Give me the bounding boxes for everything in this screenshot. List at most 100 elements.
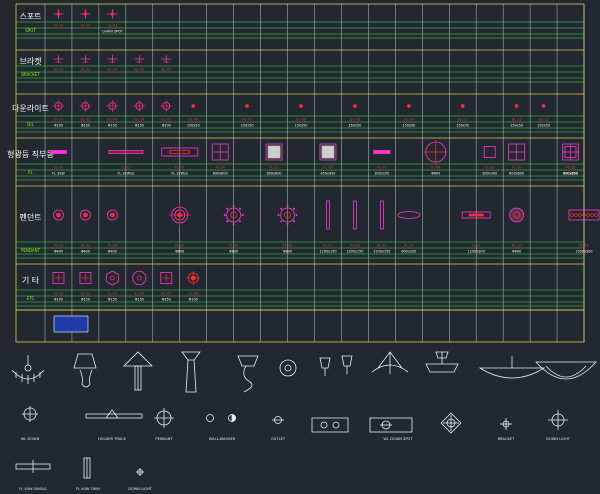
icon-stroke	[267, 145, 281, 159]
code-label-fluorescent: FL	[28, 170, 33, 175]
icon-stroke	[353, 104, 357, 108]
item-code: BL-04	[134, 68, 144, 72]
item-description: Φ400	[81, 250, 90, 254]
icon-stroke	[541, 104, 546, 108]
item-description: Φ100	[54, 124, 63, 128]
item-description: 150x50	[456, 124, 469, 128]
icon-stroke	[226, 220, 229, 223]
caption-7: WL DOWN SPOT	[383, 437, 413, 441]
caption-4: WALL-WASHER	[209, 437, 236, 441]
icon-stroke	[514, 104, 519, 108]
item-description: 300x100	[374, 172, 389, 176]
item-description: Φ400	[54, 250, 63, 254]
item-code: FL-04	[216, 166, 225, 170]
icon-stroke	[232, 205, 235, 207]
item-description: 150x50	[349, 124, 362, 128]
icon-stroke	[299, 104, 303, 108]
category-label-downlight: 다운라이트	[12, 103, 49, 113]
caption-row2-2: FL 40W TWIN	[76, 487, 100, 491]
item-code: DL-06	[188, 118, 198, 122]
item-code: DL-03	[107, 118, 117, 122]
icon-stroke	[292, 220, 295, 223]
item-description: Φ150	[162, 298, 171, 302]
item-code: PL-02	[81, 244, 90, 248]
category-label-other: 기 타	[22, 276, 40, 285]
icon-stroke	[191, 104, 196, 108]
item-description: 1200x150	[319, 250, 336, 254]
item-code: EL-05	[162, 292, 172, 296]
item-description: 600x600	[267, 172, 282, 176]
symbol-fluorescent-1	[50, 150, 67, 154]
icon-stroke	[226, 207, 229, 210]
icon-stroke	[223, 214, 226, 216]
item-code: FL-12	[566, 166, 575, 170]
caption-3: PENDANT	[155, 437, 173, 441]
item-code: FL-06	[323, 166, 332, 170]
item-description: Φ150	[135, 298, 144, 302]
icon-stroke	[468, 213, 484, 217]
item-code: FL-02	[121, 166, 130, 170]
caption-5: OUTLET	[271, 437, 286, 441]
item-code: PL-09	[377, 244, 386, 248]
item-description: 450x450	[320, 172, 335, 176]
item-description: 150x50	[187, 124, 200, 128]
item-code: SL-01	[54, 24, 64, 28]
item-code: PL-03	[108, 244, 117, 248]
category-label-pendant: 펜던트	[19, 212, 41, 222]
symbol-downlight-9	[353, 104, 357, 108]
item-description: FL 32W	[52, 172, 65, 176]
item-code: DL-09	[350, 118, 360, 122]
item-code: PL-07	[323, 244, 332, 248]
icon-stroke	[295, 214, 298, 216]
symbol-downlight-10	[406, 104, 411, 108]
icon-stroke	[239, 220, 242, 223]
item-code: FL-07	[377, 166, 386, 170]
icon-stroke	[509, 207, 525, 223]
caption-9: DOWN LIGHT	[546, 437, 571, 441]
icon-stroke	[50, 150, 67, 154]
symbol-downlight-8	[299, 104, 303, 108]
item-code: BL-02	[81, 68, 91, 72]
caption-2: HOLDER TRACK	[98, 437, 127, 441]
icon-stroke	[460, 104, 465, 108]
icon-stroke	[110, 12, 115, 16]
cad-drawing-canvas[interactable]: 스포트 SPOT 브라켓 BRACKET 다운라이트 D/L 형광등 직부등 FL 펜던트 PEN…	[0, 0, 600, 494]
item-description: 1200x150	[346, 250, 363, 254]
item-description: 150x50	[241, 124, 254, 128]
item-code: FL-08	[431, 166, 440, 170]
item-description: 1200x300	[468, 250, 485, 254]
item-description: Φ800	[229, 250, 238, 254]
item-description: CHAIN SPOT	[102, 30, 124, 34]
item-description: 600x600	[563, 172, 578, 176]
caption-row2-3: DOWN LIGHT	[128, 487, 153, 491]
icon-stroke	[83, 12, 88, 16]
item-code: SL-03	[108, 24, 118, 28]
item-description: Φ100	[189, 298, 198, 302]
icon-stroke	[280, 207, 283, 210]
icon-stroke	[109, 212, 115, 218]
item-code: BL-01	[54, 68, 64, 72]
item-code: EL-06	[188, 292, 198, 296]
item-code: DL-01	[53, 118, 63, 122]
symbol-downlight-11	[460, 104, 465, 108]
item-code: FL-03	[175, 166, 184, 170]
item-code: FL-05	[269, 166, 278, 170]
item-code: EL-01	[54, 292, 64, 296]
symbol-downlight-13	[541, 104, 546, 108]
item-description: Φ400	[108, 250, 117, 254]
item-code: DL-11	[458, 118, 468, 122]
icon-stroke	[286, 223, 289, 225]
item-description: Φ150	[135, 124, 144, 128]
item-code: EL-04	[135, 292, 145, 296]
item-code: PL-05	[229, 244, 238, 248]
item-description: Φ150	[81, 298, 90, 302]
symbol-fluorescent-7	[373, 150, 391, 154]
item-code: PL-12	[512, 244, 521, 248]
item-code: DL-08	[296, 118, 306, 122]
icon-stroke	[373, 150, 391, 154]
item-code: FL-10	[512, 166, 521, 170]
item-code: DL-12	[512, 118, 522, 122]
item-description: Φ150	[108, 298, 117, 302]
category-label-fluorescent: 형광등 직부등	[7, 149, 54, 159]
code-label-other: ETC	[27, 296, 35, 301]
